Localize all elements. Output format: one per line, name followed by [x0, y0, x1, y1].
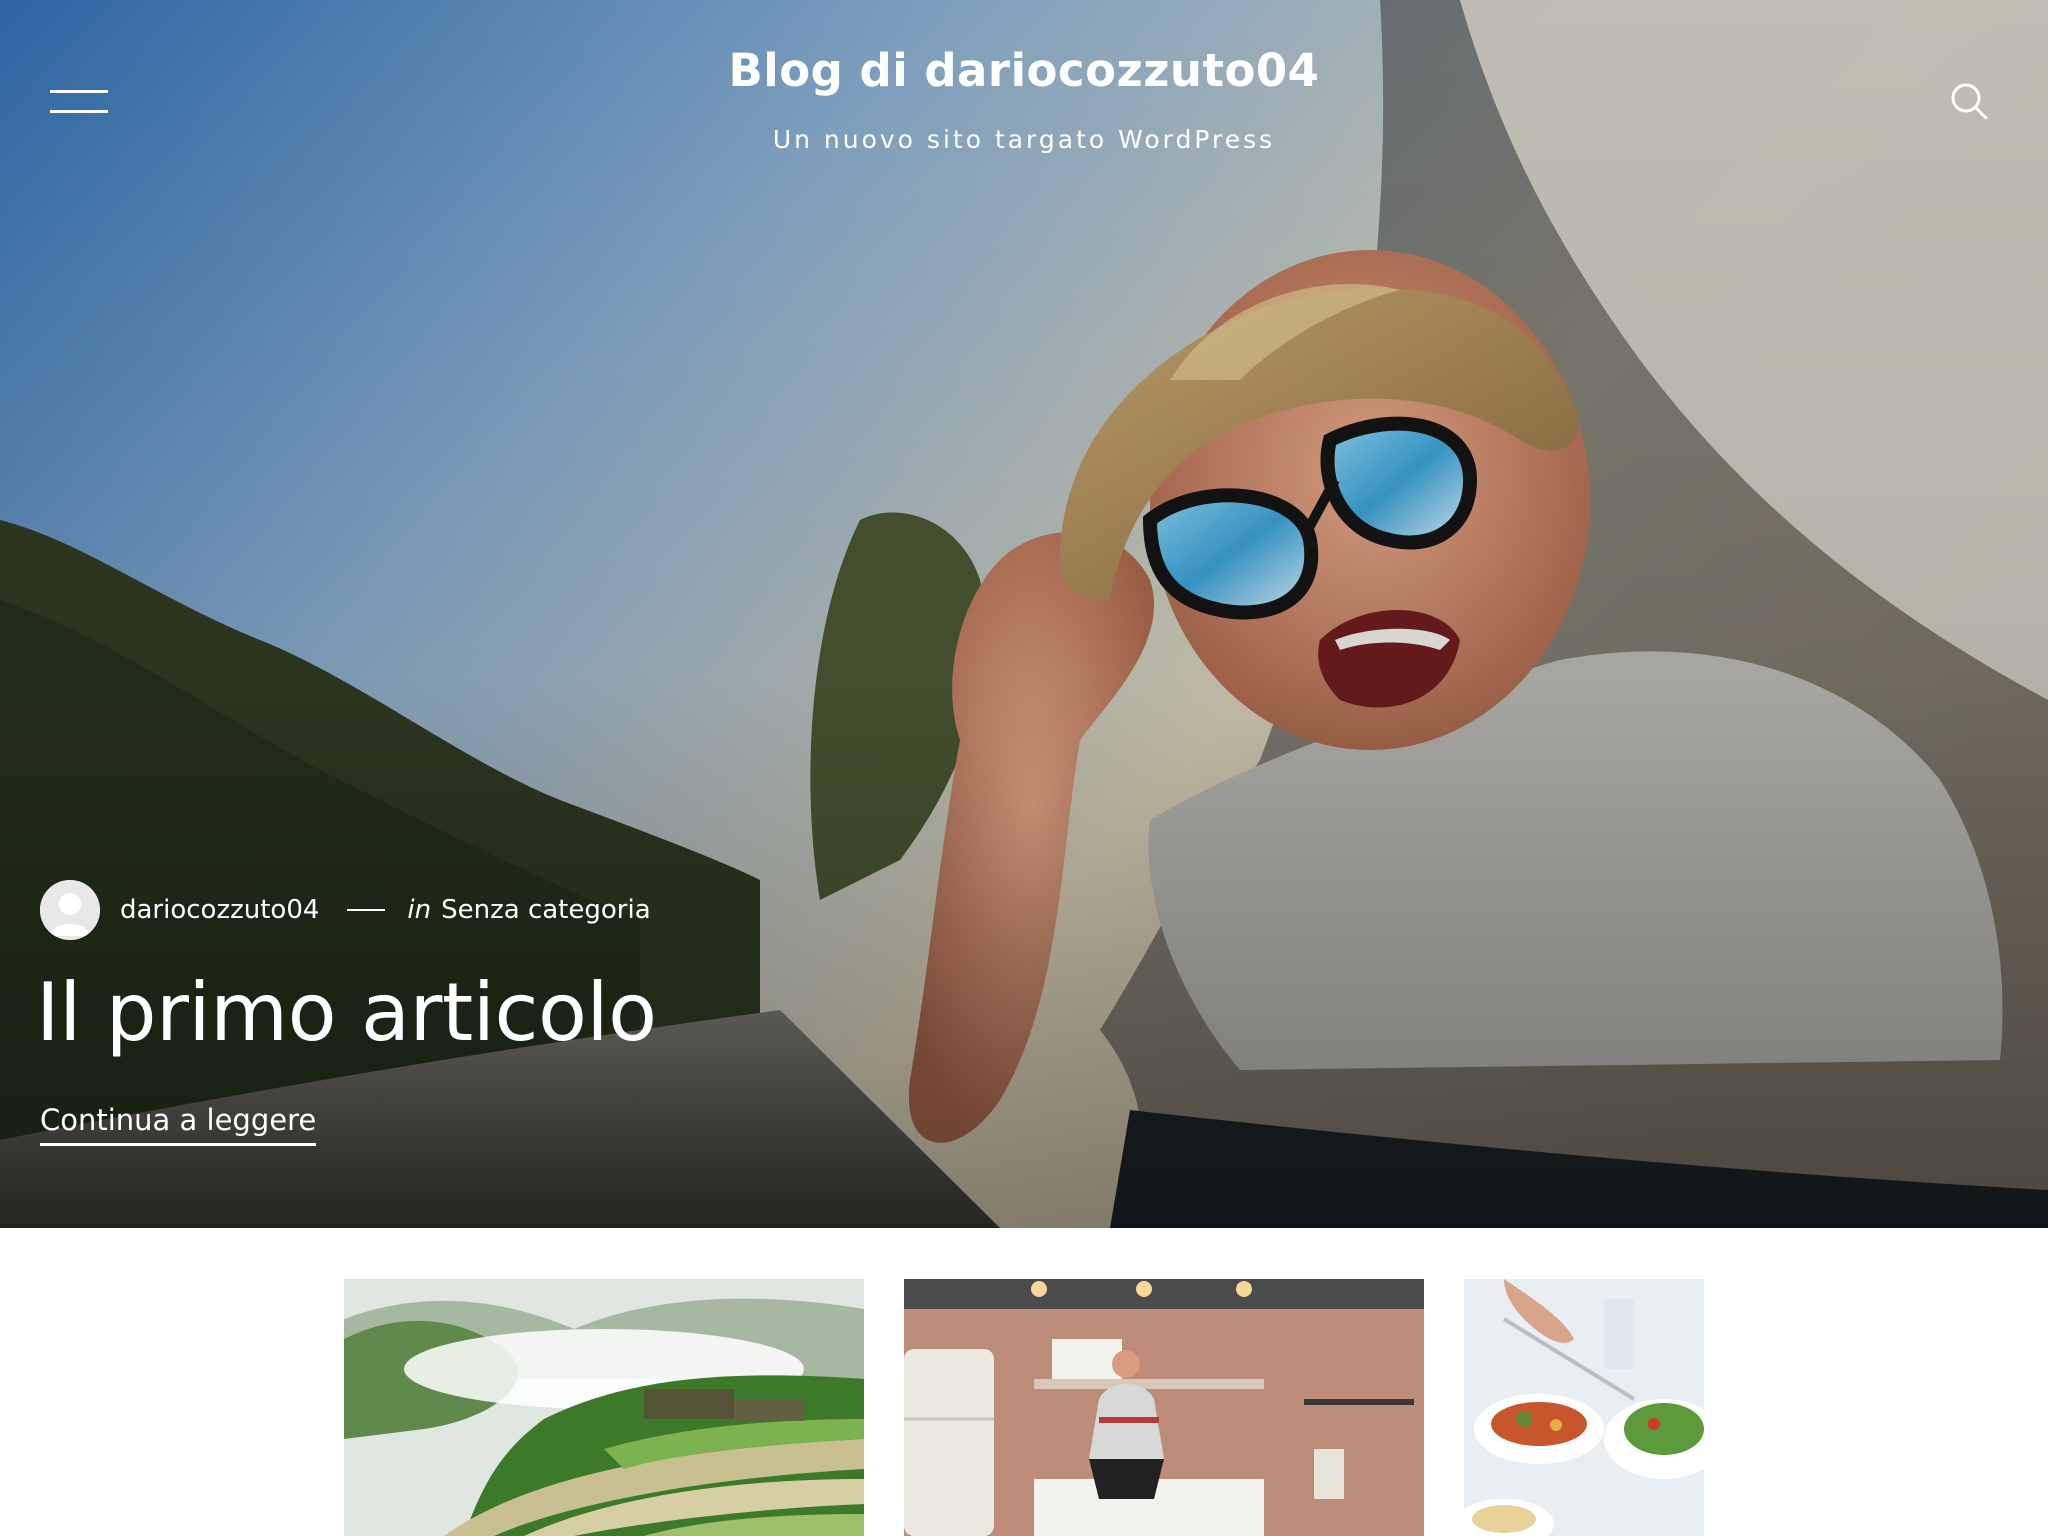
- site-title[interactable]: Blog di dariocozzuto04: [0, 44, 2048, 97]
- post-card-kitchen[interactable]: [904, 1279, 1424, 1536]
- read-more-link[interactable]: Continua a leggere: [40, 1103, 317, 1146]
- kitchen-woman-photo: [904, 1279, 1424, 1536]
- post-card-rice-terraces[interactable]: [344, 1279, 864, 1536]
- author-link[interactable]: dariocozzuto04: [120, 895, 319, 925]
- food-table-photo: [1464, 1279, 1704, 1536]
- post-title[interactable]: Il primo articolo: [36, 966, 657, 1059]
- site-tagline: Un nuovo sito targato WordPress: [772, 125, 1276, 154]
- search-button[interactable]: [1948, 80, 1990, 122]
- category-link[interactable]: Senza categoria: [441, 895, 651, 925]
- hero-featured-post[interactable]: Blog di dariocozzuto04 Un nuovo sito tar…: [0, 0, 2048, 1228]
- meta-separator: [347, 909, 386, 911]
- post-card-food[interactable]: [1464, 1279, 1704, 1536]
- search-icon: [1951, 83, 1988, 120]
- post-meta: dariocozzuto04 in Senza categoria: [40, 880, 651, 940]
- author-avatar[interactable]: [40, 880, 100, 940]
- hamburger-menu-icon-bar: [50, 110, 108, 113]
- rice-terraces-photo: [344, 1279, 864, 1536]
- avatar-placeholder-icon: [40, 880, 100, 940]
- category-prefix: in: [407, 895, 432, 925]
- page: Blog di dariocozzuto04 Un nuovo sito tar…: [0, 0, 2048, 1536]
